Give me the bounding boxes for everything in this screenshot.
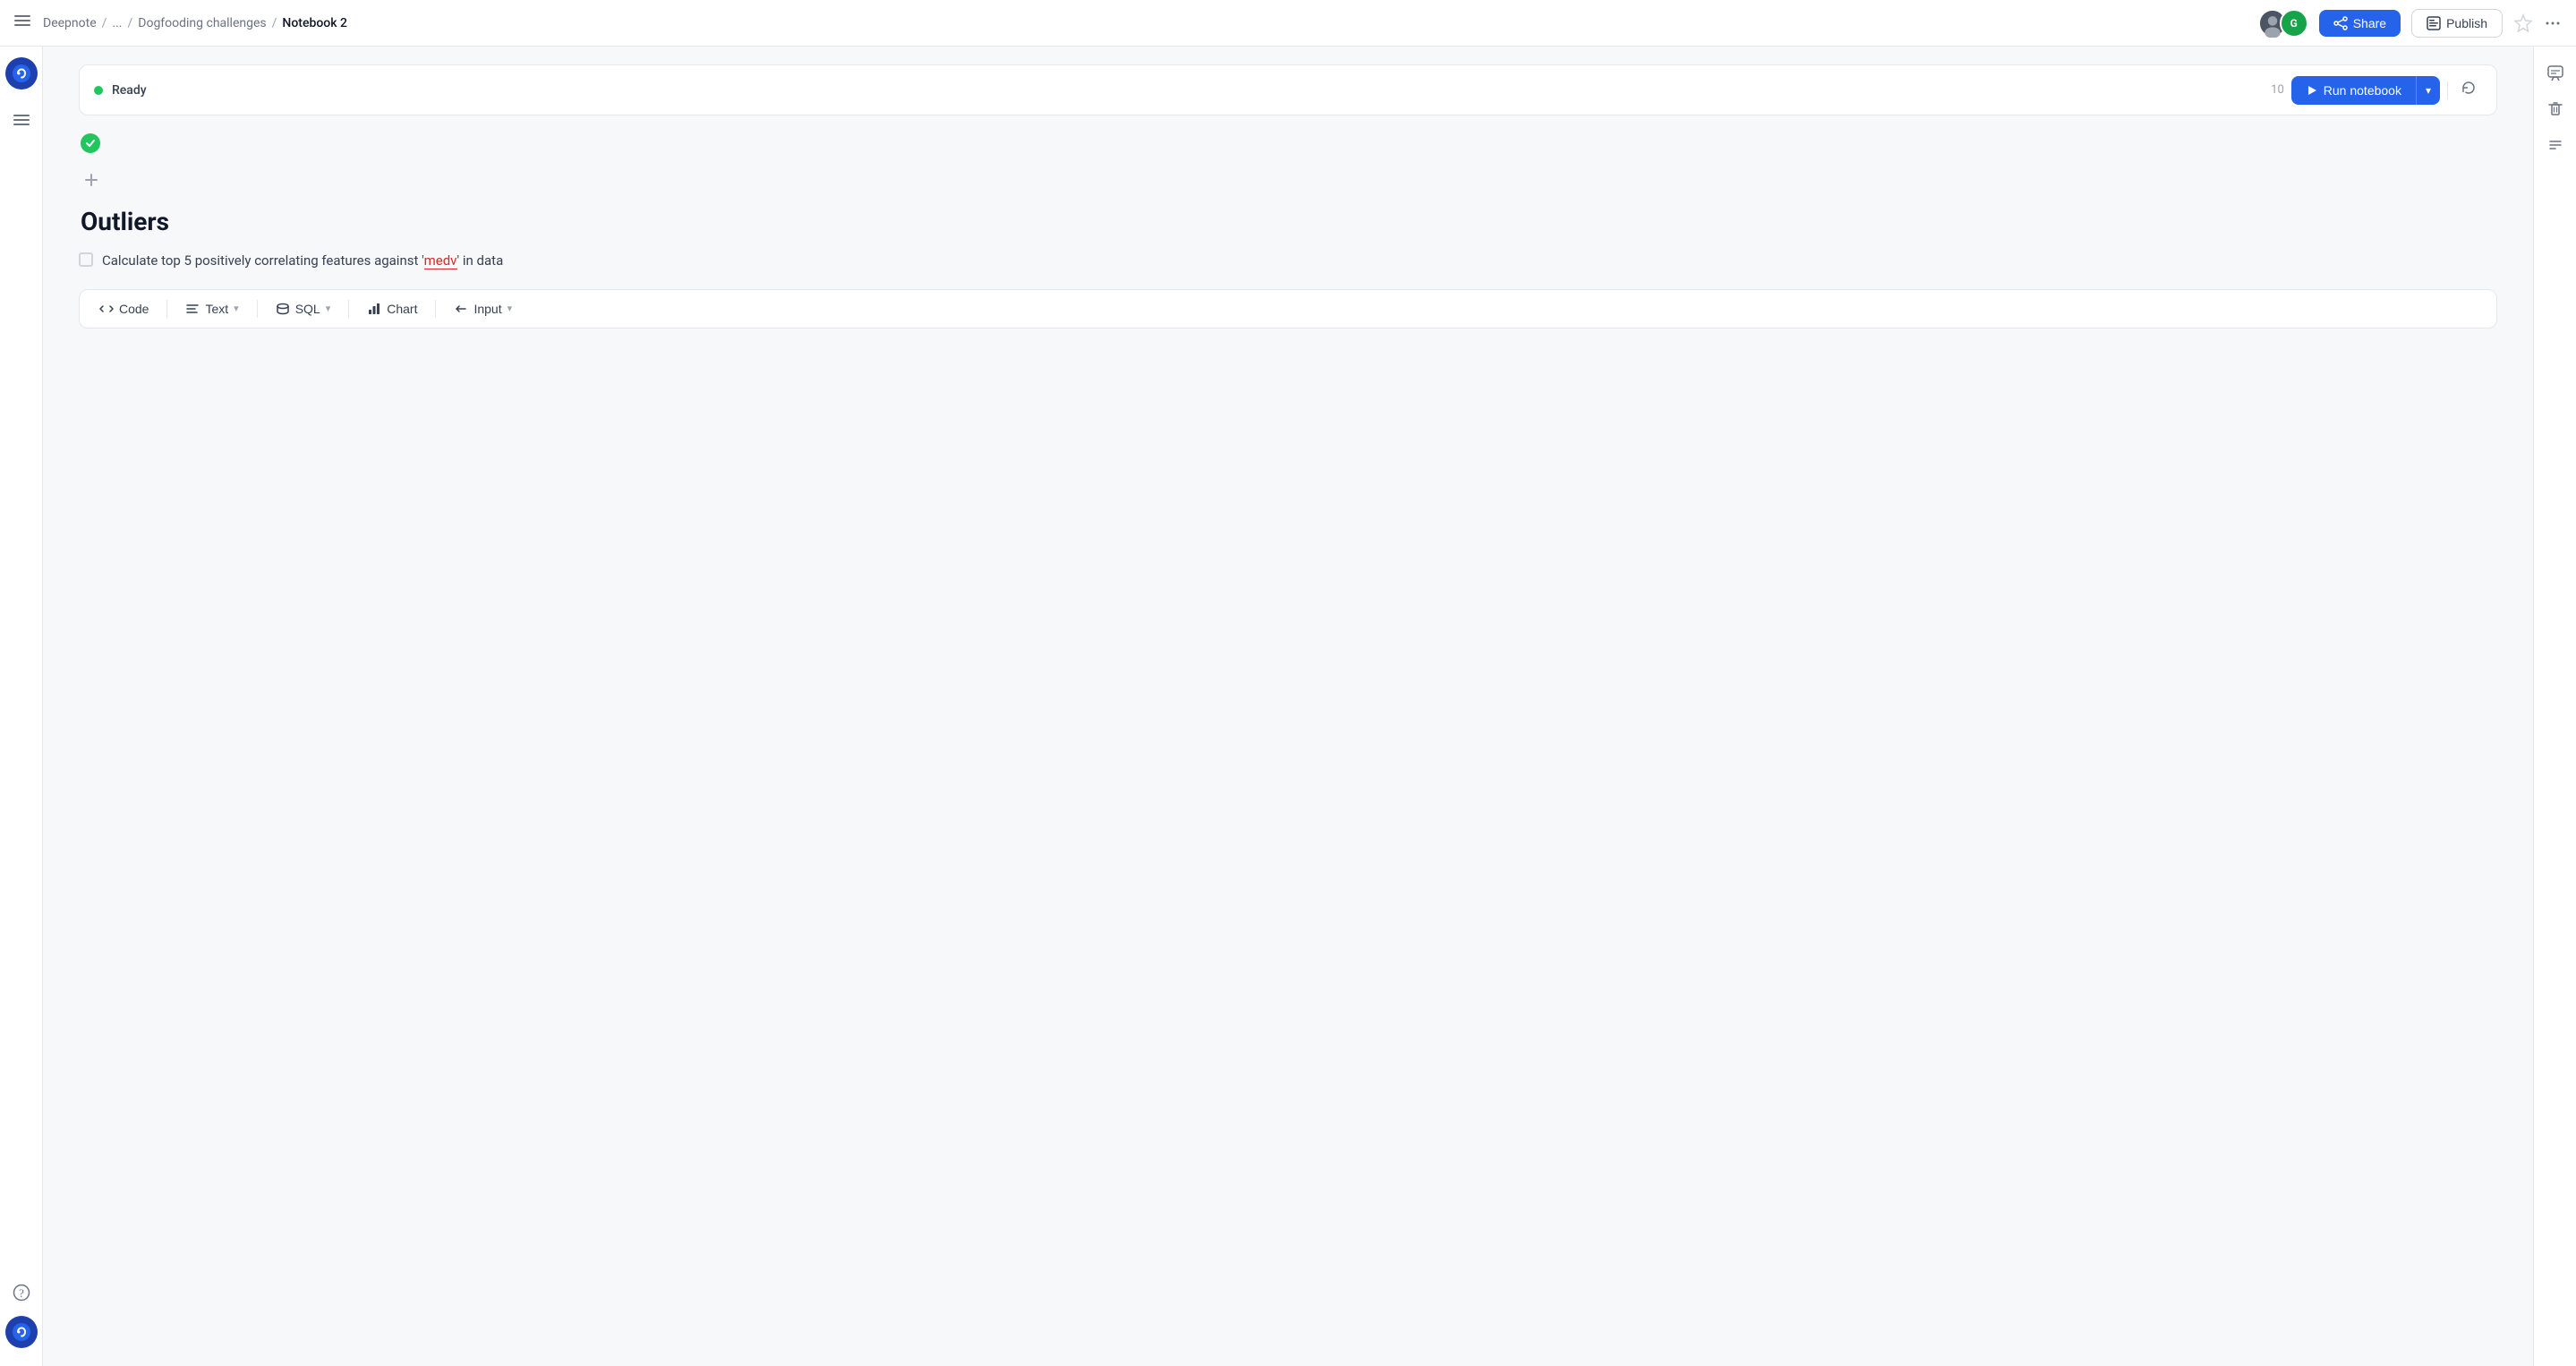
breadcrumb-sep2: / (127, 16, 132, 30)
main-layout: ? Ready 10 (0, 47, 2576, 1366)
right-sidebar-comments[interactable] (2539, 57, 2572, 90)
help-icon[interactable]: ? (5, 1276, 38, 1309)
task-highlight: medv (424, 252, 457, 269)
publish-button[interactable]: Publish (2411, 9, 2503, 38)
star-button[interactable] (2513, 13, 2533, 33)
input-label: Input (473, 302, 501, 316)
chart-cell-button[interactable]: Chart (354, 295, 430, 322)
task-checkbox[interactable] (79, 252, 93, 267)
share-button[interactable]: Share (2319, 10, 2401, 37)
more-button[interactable] (2544, 14, 2562, 32)
input-arrow: ▾ (508, 303, 513, 314)
add-cell-button[interactable] (79, 167, 104, 192)
breadcrumb-ellipsis[interactable]: ... (112, 16, 122, 30)
task-text-before: Calculate top 5 positively correlating f… (102, 252, 424, 269)
play-icon (2306, 84, 2318, 97)
sql-label: SQL (295, 302, 320, 316)
star-icon (2513, 13, 2533, 33)
run-label: Run notebook (2324, 83, 2401, 98)
status-text: Ready (112, 83, 147, 98)
toolbar-right: 10 Run notebook ▾ (2271, 74, 2482, 106)
notebook-toolbar: Ready 10 Run notebook ▾ (79, 64, 2497, 115)
share-label: Share (2353, 16, 2386, 30)
avatar-group: G (2258, 9, 2308, 38)
deepnote-bottom-logo[interactable] (5, 1316, 38, 1348)
run-notebook-button[interactable]: Run notebook (2291, 76, 2416, 105)
chart-icon (367, 302, 381, 316)
avatar-user2[interactable]: G (2280, 9, 2308, 38)
header-right: G Share Publish (2258, 9, 2562, 38)
share-icon (2333, 16, 2348, 30)
text-label: Text (205, 302, 228, 316)
chart-label: Chart (387, 302, 417, 316)
header: Deepnote / ... / Dogfooding challenges /… (0, 0, 2576, 47)
right-sidebar-delete[interactable] (2539, 93, 2572, 125)
code-cell-button[interactable]: Code (87, 295, 161, 322)
sidebar-menu-icon[interactable] (14, 13, 30, 33)
breadcrumb-parent[interactable]: Dogfooding challenges (138, 16, 266, 30)
deepnote-logo[interactable] (5, 57, 38, 90)
content-area: Ready 10 Run notebook ▾ (43, 47, 2533, 1366)
text-cell-button[interactable]: Text ▾ (173, 295, 251, 322)
more-icon (2544, 14, 2562, 32)
notebook-section: Outliers Calculate top 5 positively corr… (79, 207, 2497, 329)
delete-icon (2546, 100, 2564, 118)
success-check (81, 133, 100, 153)
code-label: Code (119, 302, 149, 316)
sidebar-menu-toggle[interactable] (5, 104, 38, 136)
task-text-after: ' in data (457, 252, 504, 269)
input-icon (454, 302, 468, 316)
task-row: Calculate top 5 positively correlating f… (79, 251, 2497, 271)
cell-type-bar: Code Text ▾ (79, 289, 2497, 329)
left-sidebar: ? (0, 47, 43, 1366)
refresh-icon (2461, 80, 2477, 96)
right-sidebar (2533, 47, 2576, 1366)
separator-2 (257, 300, 258, 318)
breadcrumb: Deepnote / ... / Dogfooding challenges /… (14, 13, 347, 33)
code-icon (99, 302, 114, 316)
sql-cell-button[interactable]: SQL ▾ (263, 295, 344, 322)
refresh-button[interactable] (2455, 74, 2482, 106)
input-cell-button[interactable]: Input ▾ (441, 295, 525, 322)
breadcrumb-home[interactable]: Deepnote (43, 16, 97, 30)
run-notebook-dropdown[interactable]: ▾ (2416, 76, 2440, 105)
publish-icon (2427, 16, 2441, 30)
svg-text:?: ? (19, 1286, 24, 1300)
task-text: Calculate top 5 positively correlating f… (102, 251, 503, 271)
breadcrumb-sep1: / (102, 16, 107, 30)
section-title: Outliers (79, 207, 2497, 236)
status-indicator (94, 86, 103, 95)
kernel-info: 10 (2271, 83, 2284, 97)
separator-3 (348, 300, 349, 318)
separator-1 (166, 300, 167, 318)
add-cell-row (79, 167, 2497, 192)
breadcrumb-current: Notebook 2 (282, 16, 347, 30)
sql-icon (276, 302, 290, 316)
divider-toolbar (2447, 81, 2448, 99)
text-icon (185, 302, 200, 316)
toolbar-left: Ready (94, 83, 147, 98)
run-notebook-group: Run notebook ▾ (2291, 76, 2440, 105)
sql-arrow: ▾ (326, 303, 331, 314)
publish-label: Publish (2446, 16, 2487, 30)
separator-4 (435, 300, 436, 318)
list-icon (2546, 136, 2564, 154)
comments-icon (2546, 64, 2564, 82)
text-arrow: ▾ (234, 303, 239, 314)
cell-success-row (79, 130, 2497, 160)
breadcrumb-sep3: / (272, 16, 277, 30)
right-sidebar-list[interactable] (2539, 129, 2572, 161)
